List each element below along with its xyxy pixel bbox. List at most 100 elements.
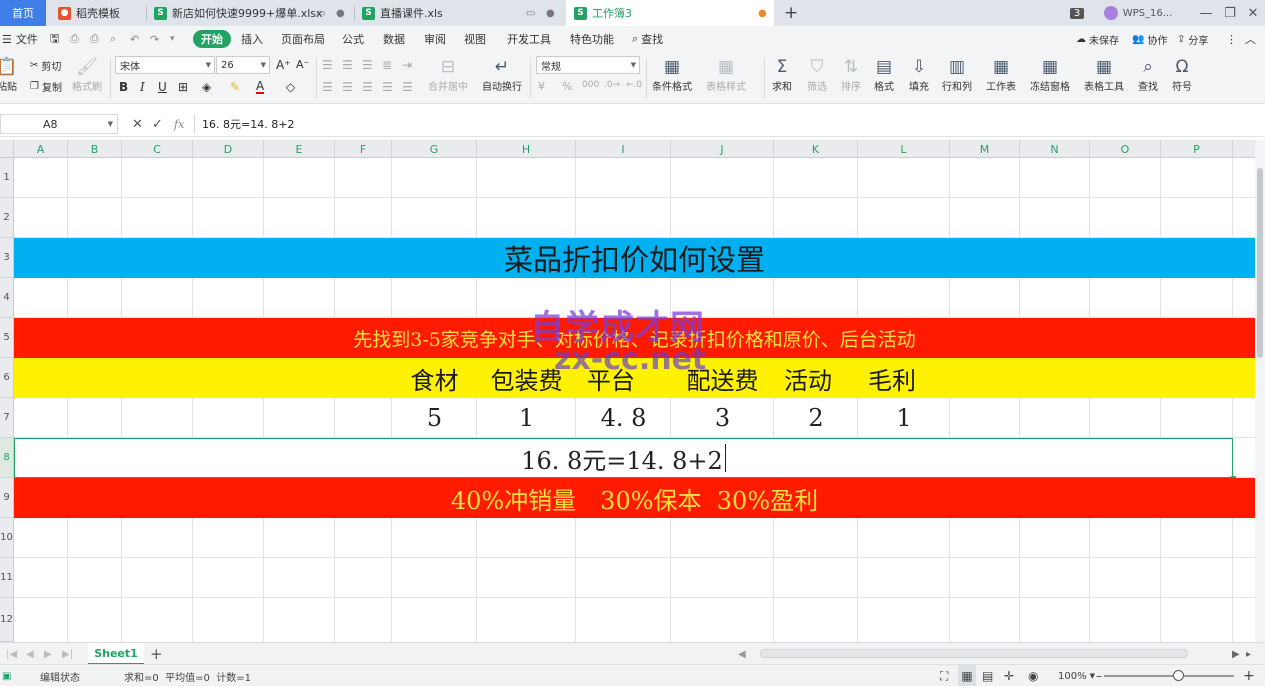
close-icon[interactable]: ✕: [1243, 0, 1263, 26]
monitor-icon[interactable]: ▭: [526, 8, 535, 19]
align-middle-icon[interactable]: ☰: [342, 58, 353, 72]
row-header-9[interactable]: 9: [0, 478, 14, 518]
column-header-m[interactable]: M: [950, 140, 1020, 158]
next-sheet-icon[interactable]: ▶: [44, 643, 52, 665]
page-break-view-icon[interactable]: ▤: [982, 665, 993, 686]
highlight-icon[interactable]: ✎: [230, 80, 240, 94]
column-header-j[interactable]: J: [671, 140, 774, 158]
fill-button[interactable]: ⇩ 填充: [908, 56, 930, 93]
sort-button[interactable]: ⇅ 排序: [840, 56, 862, 93]
scroll-right-icon[interactable]: ▶: [1232, 643, 1240, 665]
monitor-icon[interactable]: ▭: [316, 8, 325, 19]
menu-developer[interactable]: 开发工具: [507, 26, 551, 52]
increase-decimal-icon[interactable]: .0→: [604, 80, 620, 90]
thousands-icon[interactable]: 000: [582, 80, 599, 90]
collaborate-button[interactable]: 👥 协作: [1132, 26, 1167, 52]
value-cell-margin[interactable]: 1: [858, 398, 950, 438]
formula-input[interactable]: 16. 8元=14. 8+2: [194, 114, 1265, 134]
row-header-11[interactable]: 11: [0, 558, 14, 598]
selected-formula-cell[interactable]: 16. 8元=14. 8+2: [14, 438, 1233, 478]
row-header-6[interactable]: 6: [0, 358, 14, 398]
number-format-select[interactable]: 常规 ▼: [536, 56, 640, 74]
menu-formula[interactable]: 公式: [342, 26, 364, 52]
vertical-scrollbar[interactable]: [1255, 140, 1265, 646]
copy-button[interactable]: ❐ 复制: [30, 79, 62, 94]
tab-workbook3[interactable]: S 工作簿3 ●: [566, 0, 774, 26]
currency-icon[interactable]: ¥: [538, 80, 545, 93]
row-header-2[interactable]: 2: [0, 198, 14, 238]
row-header-4[interactable]: 4: [0, 278, 14, 318]
align-left-icon[interactable]: ☰: [322, 80, 333, 94]
wrap-text-button[interactable]: ↵ 自动换行: [482, 56, 522, 93]
merge-center-button[interactable]: ⊟ 合并居中: [428, 56, 468, 93]
filter-button[interactable]: ⛉ 筛选: [806, 56, 828, 93]
justify-icon[interactable]: ☰: [382, 80, 393, 94]
zoom-out-icon[interactable]: –: [1096, 665, 1102, 686]
new-tab-button[interactable]: +: [784, 0, 798, 26]
column-header-d[interactable]: D: [193, 140, 264, 158]
freeze-panes-button[interactable]: ▦ 冻结窗格: [1030, 56, 1070, 93]
zoom-level-select[interactable]: 100% ▼: [1058, 665, 1095, 686]
header-cell-margin[interactable]: 毛利: [833, 358, 951, 398]
align-top-icon[interactable]: ☰: [322, 58, 333, 72]
menu-special[interactable]: 特色功能: [570, 26, 614, 52]
menu-review[interactable]: 审阅: [424, 26, 446, 52]
row-col-button[interactable]: ▥ 行和列: [942, 56, 972, 93]
row-header-7[interactable]: 7: [0, 398, 14, 438]
tab-home[interactable]: 首页: [0, 0, 46, 26]
increase-font-icon[interactable]: A⁺: [276, 58, 291, 72]
name-box[interactable]: A8 ▼: [0, 114, 118, 134]
fx-button[interactable]: fx: [174, 114, 184, 134]
font-name-select[interactable]: 宋体 ▼: [115, 56, 215, 74]
clear-format-icon[interactable]: ◇: [286, 80, 295, 94]
tab-docer-templates[interactable]: ● 稻壳模板: [58, 0, 148, 26]
menu-view[interactable]: 视图: [464, 26, 486, 52]
allocation-cell[interactable]: 40%冲销量 30%保本 30%盈利: [14, 478, 1255, 518]
sheet-tab-sheet1[interactable]: Sheet1: [88, 643, 144, 665]
underline-icon[interactable]: U: [158, 80, 167, 94]
decrease-decimal-icon[interactable]: ←.0: [626, 80, 642, 90]
fill-color-icon[interactable]: ◈: [202, 80, 211, 94]
save-icon[interactable]: 🖫: [50, 26, 59, 52]
font-size-select[interactable]: 26 ▼: [216, 56, 270, 74]
orientation-icon[interactable]: ≣: [382, 58, 392, 72]
header-cell-packaging[interactable]: 包装费: [477, 358, 576, 398]
paste-button[interactable]: 📋 粘贴: [0, 56, 18, 93]
menu-start[interactable]: 开始: [193, 30, 231, 48]
format-painter-button[interactable]: 🖌 格式刷: [72, 56, 102, 93]
reading-mode-icon[interactable]: ✛: [1004, 665, 1014, 686]
menu-file[interactable]: ☰ 文件: [2, 26, 38, 52]
column-header-l[interactable]: L: [858, 140, 950, 158]
column-header-b[interactable]: B: [68, 140, 122, 158]
title-cell[interactable]: 菜品折扣价如何设置: [14, 238, 1255, 278]
percent-icon[interactable]: %: [562, 80, 572, 93]
worksheet-button[interactable]: ▦ 工作表: [986, 56, 1016, 93]
last-sheet-icon[interactable]: ▶|: [62, 643, 73, 665]
row-header-3[interactable]: 3: [0, 238, 14, 278]
column-header-g[interactable]: G: [392, 140, 477, 158]
collapse-ribbon-icon[interactable]: ︿: [1245, 26, 1256, 52]
zoom-in-icon[interactable]: +: [1243, 665, 1255, 686]
table-style-button[interactable]: ▦ 表格样式: [706, 56, 746, 93]
column-header-c[interactable]: C: [122, 140, 193, 158]
value-cell-promotion[interactable]: 2: [774, 398, 858, 438]
vertical-scroll-thumb[interactable]: [1257, 168, 1263, 358]
italic-icon[interactable]: I: [140, 80, 145, 94]
unsaved-button[interactable]: ☁ 未保存: [1076, 26, 1119, 52]
minimize-icon[interactable]: —: [1196, 0, 1216, 26]
value-cell-packaging[interactable]: 1: [477, 398, 576, 438]
align-bottom-icon[interactable]: ☰: [362, 58, 373, 72]
instruction-cell[interactable]: 先找到3-5家竞争对手、对标价格、记录折扣价格和原价、后台活动: [14, 318, 1255, 358]
header-cell-platform[interactable]: 平台: [576, 358, 646, 398]
decrease-font-icon[interactable]: A⁻: [296, 58, 309, 71]
menu-insert[interactable]: 插入: [241, 26, 263, 52]
align-right-icon[interactable]: ☰: [362, 80, 373, 94]
column-header-f[interactable]: F: [335, 140, 392, 158]
column-header-n[interactable]: N: [1020, 140, 1090, 158]
sum-button[interactable]: Σ 求和: [771, 56, 793, 93]
fullscreen-icon[interactable]: ⛶: [940, 665, 948, 686]
quick-access-more-icon[interactable]: ▾: [170, 26, 175, 52]
first-sheet-icon[interactable]: |◀: [6, 643, 17, 665]
export-pdf-icon[interactable]: ⎙: [70, 26, 79, 52]
selection-stats[interactable]: 求和=0 平均值=0 计数=1: [124, 665, 251, 686]
